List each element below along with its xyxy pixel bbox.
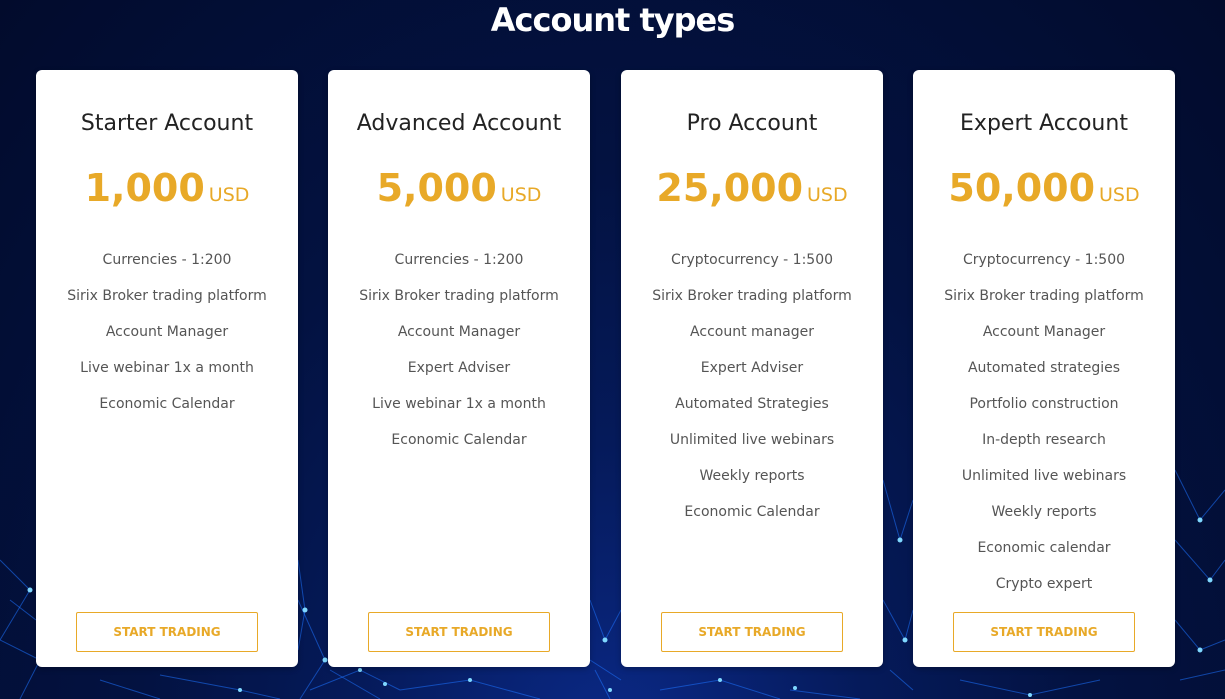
card-title: Pro Account [686,111,818,136]
feature-item: Weekly reports [699,468,805,484]
feature-item: Expert Adviser [700,360,804,376]
feature-item: Currencies - 1:200 [102,252,232,268]
price-amount: 1,000 [84,166,205,210]
start-trading-button[interactable]: START TRADING [76,612,258,652]
feature-item: Weekly reports [991,504,1097,520]
page-title: Account types [490,1,736,39]
feature-item: In-depth research [982,432,1106,448]
card-title: Advanced Account [356,111,562,136]
feature-item: Live webinar 1x a month [80,360,254,376]
price-amount: 50,000 [948,166,1096,210]
feature-list: Cryptocurrency - 1:500 Sirix Broker trad… [913,248,1175,608]
feature-item: Cryptocurrency - 1:500 [962,252,1126,268]
start-trading-button[interactable]: START TRADING [661,612,843,652]
account-card-expert: Expert Account 50,000 USD Cryptocurrency … [913,70,1175,667]
feature-item: Cryptocurrency - 1:500 [670,252,834,268]
feature-list: Currencies - 1:200 Sirix Broker trading … [328,248,590,464]
feature-item: Sirix Broker trading platform [67,288,267,304]
price: 1,000 USD [36,166,298,218]
start-trading-button[interactable]: START TRADING [368,612,550,652]
feature-item: Currencies - 1:200 [394,252,524,268]
feature-item: Sirix Broker trading platform [652,288,852,304]
feature-item: Account Manager [397,324,521,340]
feature-item: Sirix Broker trading platform [359,288,559,304]
feature-item: Account Manager [982,324,1106,340]
feature-item: Expert Adviser [407,360,511,376]
price-amount: 25,000 [656,166,804,210]
account-card-pro: Pro Account 25,000 USD Cryptocurrency - 1… [621,70,883,667]
feature-list: Currencies - 1:200 Sirix Broker trading … [36,248,298,428]
feature-item: Unlimited live webinars [669,432,835,448]
feature-item: Economic Calendar [684,504,820,520]
feature-item: Crypto expert [995,576,1093,592]
feature-item: Portfolio construction [969,396,1119,412]
feature-item: Live webinar 1x a month [372,396,546,412]
price-currency: USD [807,184,848,206]
feature-item: Economic Calendar [391,432,527,448]
card-title: Expert Account [960,111,1128,136]
price-currency: USD [208,184,250,206]
feature-item: Sirix Broker trading platform [944,288,1144,304]
price: 50,000 USD [913,166,1175,218]
account-card-starter: Starter Account 1,000 USD Currencies - 1:… [36,70,298,667]
feature-item: Economic calendar [977,540,1111,556]
card-title: Starter Account [80,111,254,136]
account-card-advanced: Advanced Account 5,000 USD Currencies - 1… [328,70,590,667]
start-trading-button[interactable]: START TRADING [953,612,1135,652]
feature-item: Automated Strategies [675,396,829,412]
feature-item: Unlimited live webinars [961,468,1127,484]
price-amount: 5,000 [376,166,497,210]
price-currency: USD [500,184,542,206]
price: 25,000 USD [621,166,883,218]
feature-item: Account Manager [105,324,229,340]
price: 5,000 USD [328,166,590,218]
feature-item: Economic Calendar [99,396,235,412]
feature-list: Cryptocurrency - 1:500 Sirix Broker trad… [621,248,883,536]
feature-item: Account manager [690,324,814,340]
price-currency: USD [1099,184,1140,206]
feature-item: Automated strategies [967,360,1121,376]
